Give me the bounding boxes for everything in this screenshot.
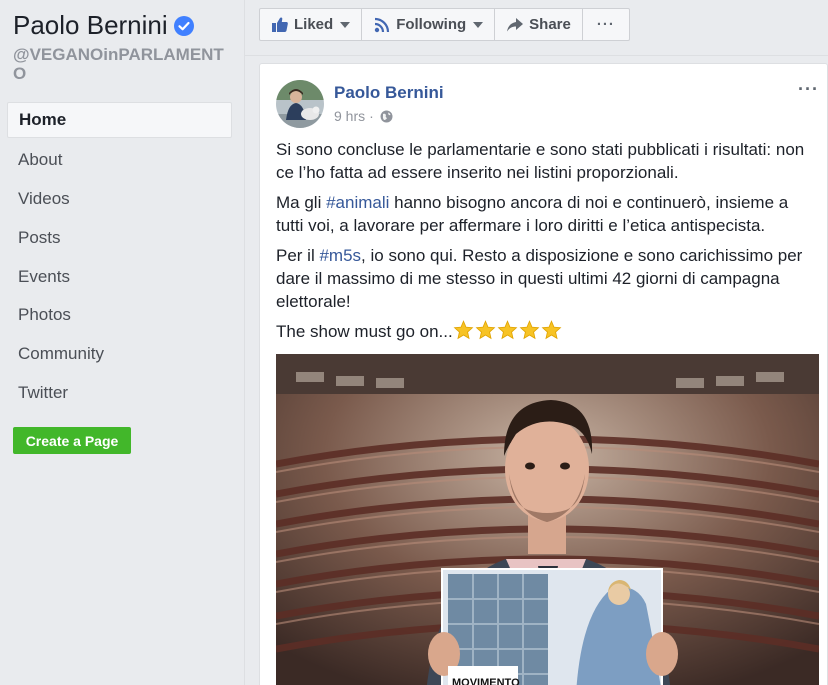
post-meta: 9 hrs · bbox=[334, 108, 393, 124]
page-handle[interactable]: @VEGANOinPARLAMENTO bbox=[13, 45, 228, 83]
page-name[interactable]: Paolo Bernini bbox=[13, 10, 194, 41]
nav-item-photos[interactable]: Photos bbox=[7, 296, 232, 335]
nav-item-twitter[interactable]: Twitter bbox=[7, 374, 232, 413]
liked-button[interactable]: Liked bbox=[260, 9, 363, 40]
meta-separator: · bbox=[369, 108, 374, 124]
post-author-name[interactable]: Paolo Bernini bbox=[334, 83, 444, 103]
share-arrow-icon bbox=[507, 17, 524, 31]
page-name-text[interactable]: Paolo Bernini bbox=[13, 10, 168, 41]
globe-icon bbox=[380, 110, 393, 122]
page-action-bar: Liked Following Share ··· bbox=[259, 8, 630, 41]
nav-item-community[interactable]: Community bbox=[7, 335, 232, 374]
post-timestamp[interactable]: 9 hrs bbox=[334, 108, 365, 124]
star-icon bbox=[453, 320, 474, 340]
post-options-icon[interactable]: ··· bbox=[798, 79, 819, 100]
text-span: Per il bbox=[276, 246, 320, 265]
text-span: The show must go on... bbox=[276, 322, 453, 341]
rss-feed-icon bbox=[374, 17, 390, 32]
nav-item-posts[interactable]: Posts bbox=[7, 218, 232, 257]
author-avatar[interactable] bbox=[276, 80, 324, 128]
nav-item-events[interactable]: Events bbox=[7, 257, 232, 296]
verified-badge-icon bbox=[173, 15, 194, 36]
create-page-button[interactable]: Create a Page bbox=[13, 427, 131, 454]
post-card: Paolo Bernini 9 hrs · ··· Si sono conclu… bbox=[259, 63, 828, 685]
chevron-down-icon bbox=[473, 21, 484, 28]
more-options-button[interactable]: ··· bbox=[583, 9, 629, 40]
post-paragraph: The show must go on... bbox=[276, 320, 820, 343]
thumbs-up-icon bbox=[272, 17, 288, 32]
nav-item-about[interactable]: About bbox=[7, 141, 232, 180]
star-emoji-row bbox=[453, 320, 563, 340]
star-icon bbox=[475, 320, 496, 340]
post-body: Si sono concluse le parlamentarie e sono… bbox=[276, 138, 820, 350]
star-icon bbox=[519, 320, 540, 340]
following-label: Following bbox=[396, 16, 467, 33]
liked-label: Liked bbox=[294, 16, 334, 33]
following-button[interactable]: Following bbox=[362, 9, 496, 40]
divider bbox=[245, 55, 828, 56]
poster-text: MOVIMENTO bbox=[452, 677, 520, 685]
star-icon bbox=[497, 320, 518, 340]
chevron-down-icon bbox=[340, 21, 351, 28]
text-span: Ma gli bbox=[276, 193, 327, 212]
post-photo[interactable]: MOVIMENTO bbox=[276, 354, 819, 685]
nav-item-home[interactable]: Home bbox=[7, 102, 232, 138]
star-icon bbox=[541, 320, 562, 340]
hashtag-link[interactable]: #animali bbox=[326, 193, 389, 212]
post-paragraph: Per il #m5s, io sono qui. Resto a dispos… bbox=[276, 244, 820, 313]
nav-item-videos[interactable]: Videos bbox=[7, 180, 232, 219]
more-dots-icon: ··· bbox=[596, 16, 615, 33]
share-label: Share bbox=[529, 16, 571, 33]
hashtag-link[interactable]: #m5s bbox=[319, 246, 361, 265]
post-paragraph: Si sono concluse le parlamentarie e sono… bbox=[276, 140, 805, 182]
left-sidebar: Paolo Bernini @VEGANOinPARLAMENTO Home A… bbox=[0, 0, 245, 685]
post-paragraph: Ma gli #animali hanno bisogno ancora di … bbox=[276, 191, 820, 237]
page-nav: Home About Videos Posts Events Photos Co… bbox=[7, 102, 232, 412]
share-button[interactable]: Share bbox=[495, 9, 583, 40]
